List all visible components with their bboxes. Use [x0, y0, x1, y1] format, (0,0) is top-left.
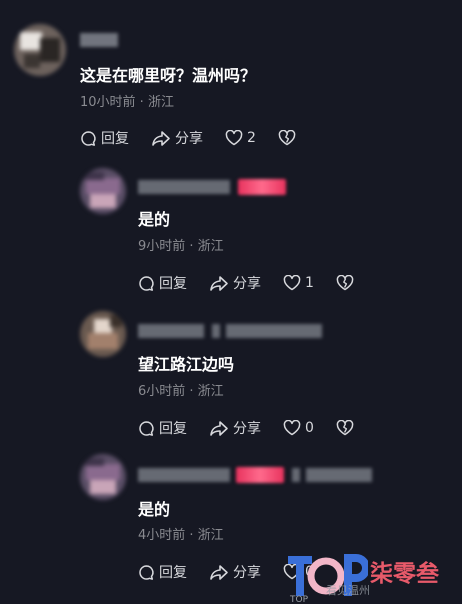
heart-icon [283, 420, 301, 436]
reply-bubble-icon [139, 564, 154, 580]
reply-bubble-icon [81, 130, 96, 146]
author-tag [236, 467, 284, 483]
share-arrow-icon [152, 130, 170, 146]
reply-to-username[interactable] [306, 468, 372, 482]
reply-label: 回复 [159, 421, 187, 437]
username[interactable] [80, 33, 118, 47]
comment-actions: 回复 分享 1 [138, 273, 376, 293]
dislike-button[interactable] [336, 275, 354, 291]
watermark-subtitle: 看见温州 [326, 584, 370, 597]
reply-label: 回复 [101, 131, 129, 147]
username-separator [292, 468, 300, 482]
comment-meta: 9小时前 · 浙江 [138, 239, 224, 254]
avatar[interactable] [80, 454, 126, 500]
broken-heart-icon [278, 130, 296, 146]
reply-button[interactable]: 回复 [80, 128, 129, 148]
share-label: 分享 [233, 276, 261, 292]
broken-heart-icon [336, 420, 354, 436]
comment-item: 这是在哪里呀？温州吗？ 10小时前 · 浙江 回复 分享 2 [0, 0, 462, 160]
comment-actions: 回复 分享 0 [138, 418, 376, 438]
username-separator [212, 324, 220, 338]
reply-button[interactable]: 回复 [138, 418, 187, 438]
comment-thread: 这是在哪里呀？温州吗？ 10小时前 · 浙江 回复 分享 2 是的 9小时前 ·… [0, 0, 462, 604]
share-button[interactable]: 分享 [209, 273, 261, 293]
share-arrow-icon [210, 275, 228, 291]
comment-actions: 回复 分享 2 [80, 128, 318, 148]
comment-text: 望江路江边吗 [138, 355, 235, 374]
share-button[interactable]: 分享 [151, 128, 203, 148]
watermark: TOP 柒零叁 看见温州 [286, 552, 462, 604]
comment-meta: 4小时前 · 浙江 [138, 528, 224, 543]
like-count: 2 [247, 130, 256, 146]
reply-to-username[interactable] [226, 324, 322, 338]
reply-button[interactable]: 回复 [138, 273, 187, 293]
like-count: 1 [305, 275, 314, 291]
heart-icon [225, 130, 243, 146]
share-label: 分享 [175, 131, 203, 147]
comment-text: 这是在哪里呀？温州吗？ [80, 66, 257, 85]
share-label: 分享 [233, 421, 261, 437]
dislike-button[interactable] [336, 420, 354, 436]
like-button[interactable]: 2 [225, 130, 256, 146]
share-button[interactable]: 分享 [209, 562, 261, 582]
comment-meta: 10小时前 · 浙江 [80, 95, 174, 110]
comment-text: 是的 [138, 210, 171, 229]
avatar[interactable] [80, 311, 126, 357]
reply-label: 回复 [159, 276, 187, 292]
reply-item: 是的 9小时前 · 浙江 回复 分享 1 [0, 160, 462, 305]
reply-label: 回复 [159, 565, 187, 581]
reply-bubble-icon [139, 275, 154, 291]
reply-item: 望江路江边吗 6小时前 · 浙江 回复 分享 0 [0, 305, 462, 450]
author-tag [238, 179, 286, 195]
share-arrow-icon [210, 420, 228, 436]
like-button[interactable]: 1 [283, 275, 314, 291]
share-arrow-icon [210, 564, 228, 580]
share-button[interactable]: 分享 [209, 418, 261, 438]
username[interactable] [138, 180, 230, 194]
avatar[interactable] [80, 168, 126, 214]
comment-meta: 6小时前 · 浙江 [138, 384, 224, 399]
reply-bubble-icon [139, 420, 154, 436]
like-button[interactable]: 0 [283, 420, 314, 436]
username[interactable] [138, 468, 230, 482]
reply-button[interactable]: 回复 [138, 562, 187, 582]
comment-text: 是的 [138, 500, 171, 519]
watermark-logo-text: TOP [289, 595, 309, 604]
share-label: 分享 [233, 565, 261, 581]
watermark-brand: 柒零叁 [370, 561, 439, 587]
dislike-button[interactable] [278, 130, 296, 146]
like-count: 0 [305, 420, 314, 436]
username[interactable] [138, 324, 204, 338]
avatar[interactable] [14, 24, 66, 76]
broken-heart-icon [336, 275, 354, 291]
heart-icon [283, 275, 301, 291]
